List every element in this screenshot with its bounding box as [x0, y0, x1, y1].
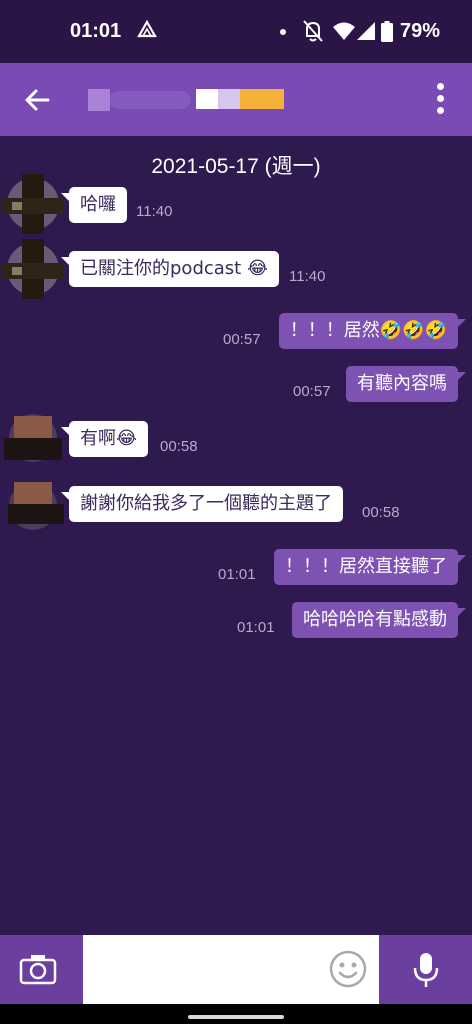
incoming-message[interactable]: 有啊😂	[60, 421, 149, 457]
microphone-icon[interactable]	[412, 951, 440, 989]
message-time: 00:57	[223, 331, 261, 348]
date-header: 2021-05-17 (週一)	[151, 155, 321, 178]
battery-icon	[381, 21, 393, 42]
composer-bar	[0, 935, 472, 1004]
outgoing-message[interactable]: 哈哈哈哈有點感動	[292, 602, 466, 638]
battery-percent: 79%	[399, 20, 440, 42]
contact-avatar[interactable]	[2, 410, 64, 470]
redacted-contact-name[interactable]	[88, 87, 288, 113]
outgoing-message[interactable]: ！！！居然直接聽了	[274, 549, 466, 585]
camera-icon[interactable]	[19, 953, 57, 985]
contact-avatar[interactable]	[2, 239, 64, 299]
message-time: 11:40	[136, 203, 173, 220]
incoming-message[interactable]: 已關注你的podcast 😂	[61, 251, 279, 287]
wifi-icon	[333, 22, 355, 40]
signal-icon	[357, 22, 375, 40]
more-vert-icon[interactable]	[434, 83, 446, 117]
message-input[interactable]	[83, 935, 379, 1004]
incoming-message[interactable]: 哈囉	[61, 187, 127, 223]
message-time: 01:01	[218, 566, 256, 583]
drive-icon	[137, 19, 157, 38]
message-time: 00:58	[362, 504, 400, 521]
bell-off-icon	[303, 20, 323, 42]
home-gesture-handle[interactable]	[188, 1015, 284, 1019]
back-arrow-icon[interactable]	[22, 85, 52, 115]
message-time: 00:57	[293, 383, 331, 400]
notification-dot-icon	[280, 29, 286, 35]
app-bar	[0, 63, 472, 136]
message-time: 11:40	[289, 268, 326, 285]
outgoing-message[interactable]: 有聽內容嗎	[346, 366, 466, 402]
message-time: 01:01	[237, 619, 275, 636]
contact-avatar[interactable]	[2, 478, 64, 538]
emoji-icon[interactable]	[329, 950, 367, 988]
status-bar: 01:01 79%	[0, 0, 472, 63]
message-time: 00:58	[160, 438, 198, 455]
status-time: 01:01	[70, 20, 122, 42]
system-nav-bar	[0, 1004, 472, 1024]
contact-avatar[interactable]	[2, 174, 64, 234]
outgoing-message[interactable]: ！！！居然🤣🤣🤣	[278, 313, 467, 349]
incoming-message[interactable]: 謝謝你給我多了一個聽的主題了	[61, 486, 343, 522]
